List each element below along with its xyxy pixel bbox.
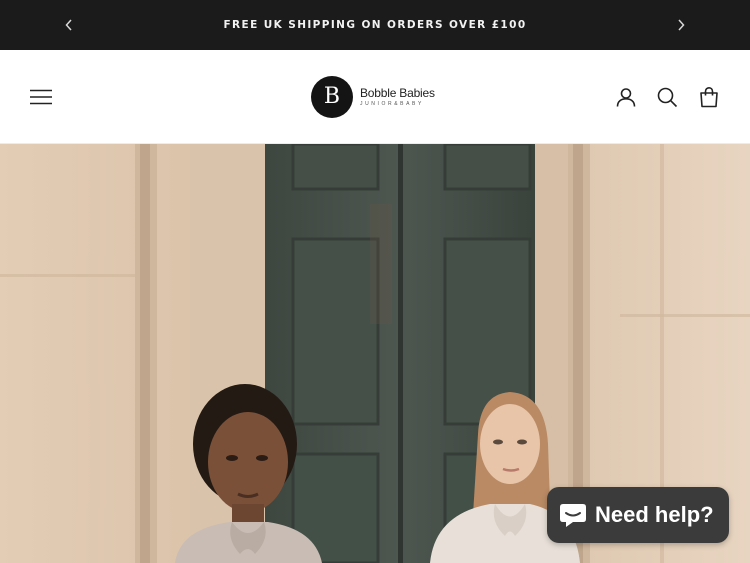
search-button[interactable] bbox=[655, 85, 679, 109]
account-button[interactable] bbox=[614, 85, 638, 109]
chat-label: Need help? bbox=[595, 502, 714, 527]
announcement-bar: FREE UK SHIPPING ON ORDERS OVER £100 bbox=[0, 0, 750, 50]
chevron-right-icon bbox=[678, 19, 685, 31]
chat-help-button[interactable]: Need help? bbox=[547, 487, 729, 543]
logo-tagline: JUNIOR&BABY bbox=[360, 101, 424, 107]
logo-mark: B bbox=[311, 76, 353, 118]
site-logo[interactable]: B Bobble Babies JUNIOR&BABY bbox=[311, 76, 441, 118]
chevron-left-icon bbox=[65, 19, 72, 31]
chat-bubble-icon bbox=[560, 504, 586, 527]
cart-button[interactable] bbox=[697, 85, 721, 109]
menu-button[interactable] bbox=[29, 85, 53, 109]
announcement-prev-button[interactable] bbox=[59, 15, 79, 35]
search-icon bbox=[657, 87, 678, 108]
announcement-next-button[interactable] bbox=[671, 15, 691, 35]
site-header: B Bobble Babies JUNIOR&BABY bbox=[0, 50, 750, 144]
logo-mark-letter: B bbox=[323, 84, 341, 109]
logo-name: Bobble Babies bbox=[360, 86, 435, 100]
bag-icon bbox=[700, 86, 718, 108]
hamburger-menu-icon bbox=[30, 89, 52, 105]
logo-wordmark: Bobble Babies JUNIOR&BABY bbox=[360, 86, 435, 108]
account-icon bbox=[616, 88, 636, 107]
announcement-text: FREE UK SHIPPING ON ORDERS OVER £100 bbox=[223, 19, 527, 31]
